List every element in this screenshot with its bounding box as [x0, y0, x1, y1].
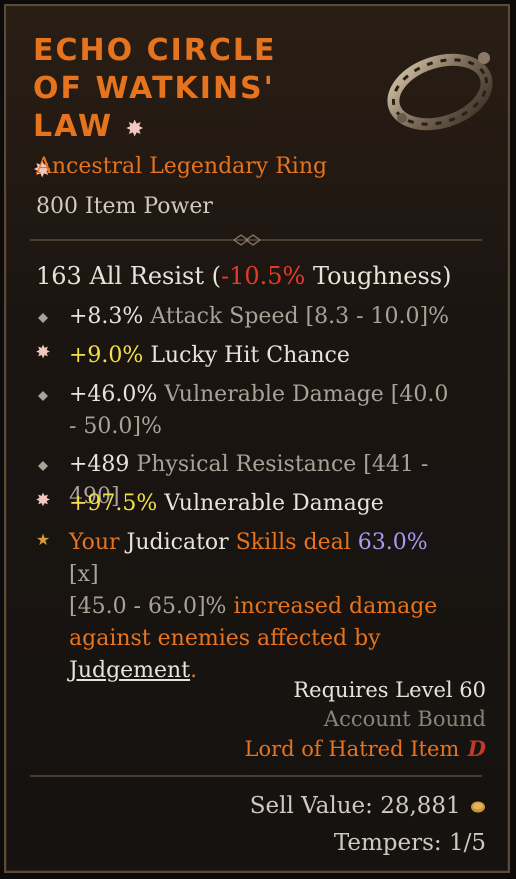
affix-diamond-icon [36, 311, 50, 325]
item-title-text: ECHO CIRCLE OF WATKINS' LAW [33, 33, 277, 144]
gold-coin-icon [471, 801, 485, 813]
greater-affix-star-icon: ✸ [125, 117, 144, 142]
toughness-value: -10.5% [220, 262, 306, 290]
sell-value: Sell Value: 28,881 [250, 793, 486, 819]
expansion-line: Lord of Hatred Item D [244, 736, 486, 761]
legendary-aspect: ★ Your Judicator Skills deal 63.0%[x] [45… [35, 530, 438, 683]
item-power-line: 800 Item Power [36, 194, 213, 219]
affix-diamond-icon [36, 459, 50, 473]
affix-vulnerable-damage: +46.0% Vulnerable Damage [40.0 - 50.0]% [36, 379, 456, 443]
tempers-count: Tempers: 1/5 [333, 830, 486, 856]
expansion-logo-icon: D [467, 736, 486, 761]
greater-affix-star-icon: ✸ [35, 490, 51, 511]
all-resist-line: 163 All Resist (-10.5% Toughness) [36, 262, 452, 290]
ring-item-image [387, 52, 493, 131]
account-bound: Account Bound [323, 707, 486, 731]
divider [30, 775, 482, 777]
divider [30, 234, 482, 246]
greater-affix-star-icon: ✸ [35, 342, 51, 363]
affix-diamond-icon [36, 389, 50, 403]
affix-lucky-hit-chance: ✸ +9.0% Lucky Hit Chance [35, 342, 350, 368]
affix-vulnerable-damage-greater: ✸ +97.5% Vulnerable Damage [35, 490, 384, 516]
item-type-line: Ancestral Legendary Ring [36, 154, 328, 179]
requires-level: Requires Level 60 [293, 678, 486, 702]
judgement-keyword[interactable]: Judgement [69, 658, 190, 683]
affix-attack-speed: +8.3% Attack Speed [8.3 - 10.0]% [36, 301, 456, 333]
aspect-star-icon: ★ [35, 530, 51, 549]
